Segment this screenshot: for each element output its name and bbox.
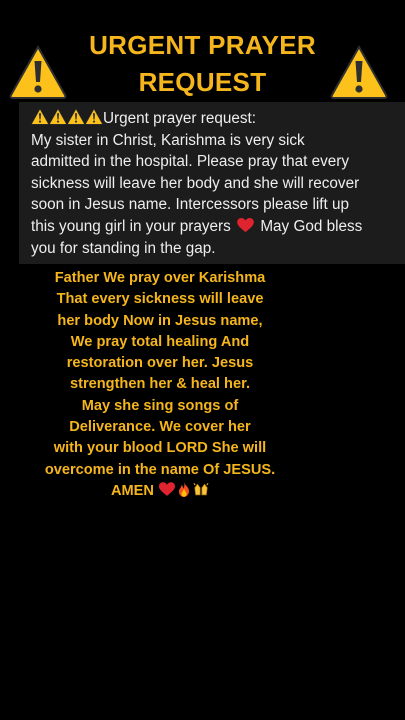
prayer-line: strengthen her & heal her. (69, 376, 251, 393)
post-line-text: this young girl in your prayers (31, 217, 231, 235)
post-line: sickness will leave her body and she wil… (31, 174, 360, 192)
warning-icon (67, 108, 85, 125)
prayer-line: Deliverance. We cover her (69, 419, 251, 436)
warning-icon (85, 108, 103, 125)
prayer-line: That every sickness will leave (56, 291, 264, 308)
prayer-request-post: Urgent prayer request: My sister in Chri… (19, 102, 405, 264)
post-line: Urgent prayer request: (31, 108, 397, 130)
amen-text: AMEN (110, 482, 154, 499)
prayer-line: We pray total healing And (70, 333, 250, 350)
prayer-line: overcome in the name Of JESUS. (44, 461, 276, 478)
post-line: you for standing in the gap. (31, 239, 216, 257)
warning-icon (329, 44, 389, 100)
post-text: Urgent prayer request: My sister in Chri… (31, 108, 397, 259)
prayer-line: with your blood LORD She will (53, 440, 267, 457)
post-line: soon in Jesus name. Intercessors please … (31, 196, 350, 214)
prayer-line: her body Now in Jesus name, (57, 312, 263, 329)
prayer-line: Father We pray over Karishma (54, 270, 266, 286)
prayer-line: AMEN (28, 481, 292, 502)
red-heart-icon (159, 482, 175, 497)
fire-icon (176, 482, 192, 497)
red-heart-icon (237, 218, 254, 233)
prayer-line: May she sing songs of (81, 397, 239, 414)
title-line-2: REQUEST (138, 67, 267, 97)
post-heading: Urgent prayer request: (103, 110, 257, 127)
prayer-line: restoration over her. Jesus (66, 355, 254, 372)
raised-hands-icon (193, 482, 209, 497)
post-line: this young girl in your prayers May God … (31, 216, 397, 238)
warning-icon (49, 108, 67, 125)
title-line-1: URGENT PRAYER (89, 30, 316, 60)
post-line-text: May God bless (260, 217, 363, 235)
post-line: admitted in the hospital. Please pray th… (31, 153, 350, 171)
warning-icon (31, 108, 49, 125)
post-line: My sister in Christ, Karishma is very si… (31, 131, 305, 149)
warning-icon (8, 44, 68, 100)
header: URGENT PRAYER REQUEST (0, 0, 405, 102)
prayer-text: Father We pray over Karishma That every … (28, 268, 292, 502)
